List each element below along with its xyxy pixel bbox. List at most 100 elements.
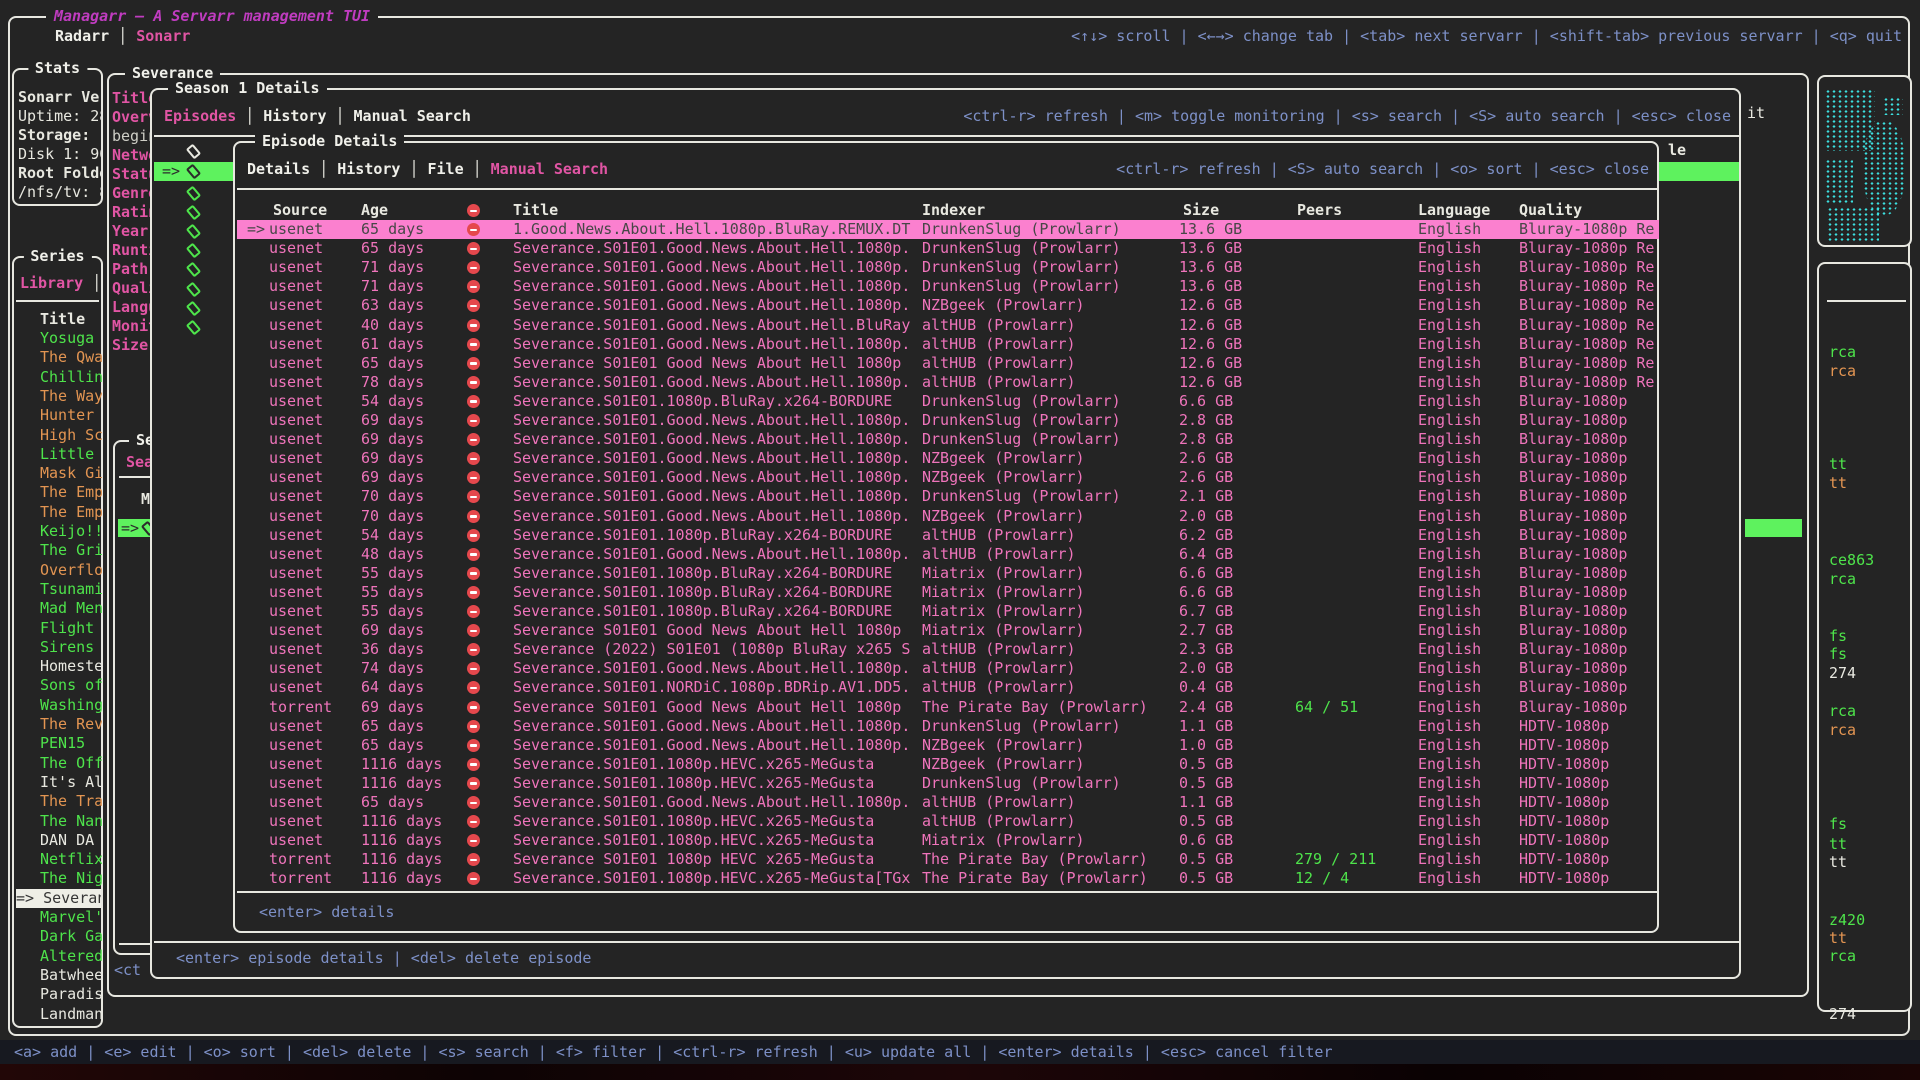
release-row[interactable]: usenet1116 daysSeverance.S01E01.1080p.HE… <box>237 755 1659 774</box>
series-row[interactable]: Washing <box>40 696 102 715</box>
series-row[interactable]: The Gri <box>40 541 102 560</box>
release-row[interactable]: usenet1116 daysSeverance.S01E01.1080p.HE… <box>237 812 1659 831</box>
tab-manual-search[interactable]: Manual Search <box>354 107 471 125</box>
release-row[interactable]: usenet55 daysSeverance.S01E01.1080p.BluR… <box>237 602 1659 621</box>
release-row[interactable]: usenet48 daysSeverance.S01E01.Good.News.… <box>237 545 1659 564</box>
cell-language: English <box>1418 698 1481 717</box>
release-row[interactable]: usenet69 daysSeverance.S01E01.Good.News.… <box>237 411 1659 430</box>
release-row[interactable]: torrent69 daysSeverance S01E01 Good News… <box>237 698 1659 717</box>
release-row[interactable]: usenet65 daysSeverance.S01E01.Good.News.… <box>237 793 1659 812</box>
series-row[interactable]: The Tra <box>40 792 102 811</box>
release-row[interactable]: usenet61 daysSeverance.S01E01.Good.News.… <box>237 335 1659 354</box>
series-row[interactable]: The Emp <box>40 483 102 502</box>
cell-title: Severance.S01E01.Good.News.About.Hell.10… <box>513 487 910 506</box>
series-row[interactable]: High Sc <box>40 426 102 445</box>
series-row[interactable]: Yosuga <box>40 329 102 348</box>
series-row[interactable]: The Qwa <box>40 348 102 367</box>
tab-episodes[interactable]: Episodes <box>164 107 236 125</box>
rejected-icon <box>467 414 480 427</box>
cell-size: 12.6 GB <box>1179 354 1242 373</box>
tab-manual-search[interactable]: Manual Search <box>491 160 608 178</box>
release-row[interactable]: usenet78 daysSeverance.S01E01.Good.News.… <box>237 373 1659 392</box>
release-row[interactable]: =>usenet65 days1.Good.News.About.Hell.10… <box>237 220 1659 239</box>
series-row[interactable]: Sons of <box>40 676 102 695</box>
cell-source: usenet <box>269 239 323 258</box>
column-header-title[interactable]: Title <box>513 201 558 220</box>
series-row[interactable]: Mad Men <box>40 599 102 618</box>
release-row[interactable]: usenet36 daysSeverance (2022) S01E01 (10… <box>237 640 1659 659</box>
series-row[interactable]: Mask Gi <box>40 464 102 483</box>
series-row[interactable]: Batwhee <box>40 966 102 985</box>
tab-history[interactable]: History <box>337 160 400 178</box>
series-row[interactable]: The Nig <box>40 869 102 888</box>
series-row[interactable]: PEN15 <box>40 734 102 753</box>
release-row[interactable]: usenet71 daysSeverance.S01E01.Good.News.… <box>237 258 1659 277</box>
series-row[interactable]: The Off <box>40 754 102 773</box>
series-row[interactable]: Sirens <box>40 638 102 657</box>
series-row[interactable]: The Nan <box>40 812 102 831</box>
release-row[interactable]: torrent1116 daysSeverance S01E01 1080p H… <box>237 850 1659 869</box>
series-row[interactable]: Tsunami <box>40 580 102 599</box>
series-row[interactable]: Flight <box>40 619 102 638</box>
release-row[interactable]: usenet69 daysSeverance.S01E01.Good.News.… <box>237 449 1659 468</box>
release-row[interactable]: torrent1116 daysSeverance.S01E01.1080p.H… <box>237 869 1659 888</box>
cell-quality: Bluray-1080p <box>1519 545 1627 564</box>
column-header-source[interactable]: Source <box>273 201 327 220</box>
series-row[interactable]: Altered <box>40 947 102 966</box>
series-row[interactable]: Keijo!! <box>40 522 102 541</box>
column-header-language[interactable]: Language <box>1418 201 1490 220</box>
tab-history[interactable]: History <box>263 107 326 125</box>
release-row[interactable]: usenet70 daysSeverance.S01E01.Good.News.… <box>237 487 1659 506</box>
series-row[interactable]: Homeste <box>40 657 102 676</box>
release-row[interactable]: usenet65 daysSeverance.S01E01.Good.News.… <box>237 717 1659 736</box>
release-row[interactable]: usenet69 daysSeverance S01E01 Good News … <box>237 621 1659 640</box>
release-row[interactable]: usenet1116 daysSeverance.S01E01.1080p.HE… <box>237 831 1659 850</box>
series-row[interactable]: It's Al <box>40 773 102 792</box>
series-row[interactable]: Little <box>40 445 102 464</box>
release-row[interactable]: usenet69 daysSeverance.S01E01.Good.News.… <box>237 468 1659 487</box>
series-row[interactable]: Landman <box>40 1005 102 1024</box>
series-row[interactable]: The Emp <box>40 503 102 522</box>
column-header-quality[interactable]: Quality <box>1519 201 1582 220</box>
series-row[interactable]: DAN DA <box>40 831 102 850</box>
cell-age: 69 days <box>361 621 424 640</box>
release-row[interactable]: usenet40 daysSeverance.S01E01.Good.News.… <box>237 316 1659 335</box>
selection-arrow: => <box>162 162 180 180</box>
release-row[interactable]: usenet69 daysSeverance.S01E01.Good.News.… <box>237 430 1659 449</box>
tab-radarr[interactable]: Radarr <box>55 27 109 45</box>
release-row[interactable]: usenet55 daysSeverance.S01E01.1080p.BluR… <box>237 583 1659 602</box>
series-row[interactable]: Dark Ga <box>40 927 102 946</box>
series-row[interactable]: Marvel' <box>40 908 102 927</box>
series-row[interactable]: Overflo <box>40 561 102 580</box>
cell-title: Severance.S01E01.1080p.HEVC.x265-MeGusta <box>513 774 874 793</box>
tab-library[interactable]: Library <box>20 274 83 292</box>
tab-details[interactable]: Details <box>247 160 310 178</box>
series-row[interactable]: Hunter <box>40 406 102 425</box>
release-row[interactable]: usenet65 daysSeverance.S01E01.Good.News.… <box>237 239 1659 258</box>
series-row[interactable]: Chillin <box>40 368 102 387</box>
release-row[interactable]: usenet70 daysSeverance.S01E01.Good.News.… <box>237 507 1659 526</box>
release-row[interactable]: usenet65 daysSeverance.S01E01.Good.News.… <box>237 736 1659 755</box>
cell-quality: Bluray-1080p <box>1519 392 1627 411</box>
tab-sonarr[interactable]: Sonarr <box>136 27 190 45</box>
cell-language: English <box>1418 449 1481 468</box>
release-row[interactable]: usenet1116 daysSeverance.S01E01.1080p.HE… <box>237 774 1659 793</box>
column-header-peers[interactable]: Peers <box>1297 201 1342 220</box>
series-row[interactable]: The Rev <box>40 715 102 734</box>
tab-file[interactable]: File <box>428 160 464 178</box>
release-row[interactable]: usenet65 daysSeverance S01E01 Good News … <box>237 354 1659 373</box>
series-row[interactable]: Netflix <box>40 850 102 869</box>
release-row[interactable]: usenet74 daysSeverance.S01E01.Good.News.… <box>237 659 1659 678</box>
series-row[interactable]: The Way <box>40 387 102 406</box>
release-row[interactable]: usenet54 daysSeverance.S01E01.1080p.BluR… <box>237 392 1659 411</box>
column-header-size[interactable]: Size <box>1183 201 1219 220</box>
release-row[interactable]: usenet63 daysSeverance.S01E01.Good.News.… <box>237 296 1659 315</box>
column-header-indexer[interactable]: Indexer <box>922 201 985 220</box>
release-row[interactable]: usenet54 daysSeverance.S01E01.1080p.BluR… <box>237 526 1659 545</box>
series-row[interactable]: Paradis <box>40 985 102 1004</box>
column-header-age[interactable]: Age <box>361 201 388 220</box>
release-row[interactable]: usenet55 daysSeverance.S01E01.1080p.BluR… <box>237 564 1659 583</box>
release-row[interactable]: usenet71 daysSeverance.S01E01.Good.News.… <box>237 277 1659 296</box>
series-row-selected[interactable]: => Severan <box>16 889 101 908</box>
release-row[interactable]: usenet64 daysSeverance.S01E01.NORDiC.108… <box>237 678 1659 697</box>
